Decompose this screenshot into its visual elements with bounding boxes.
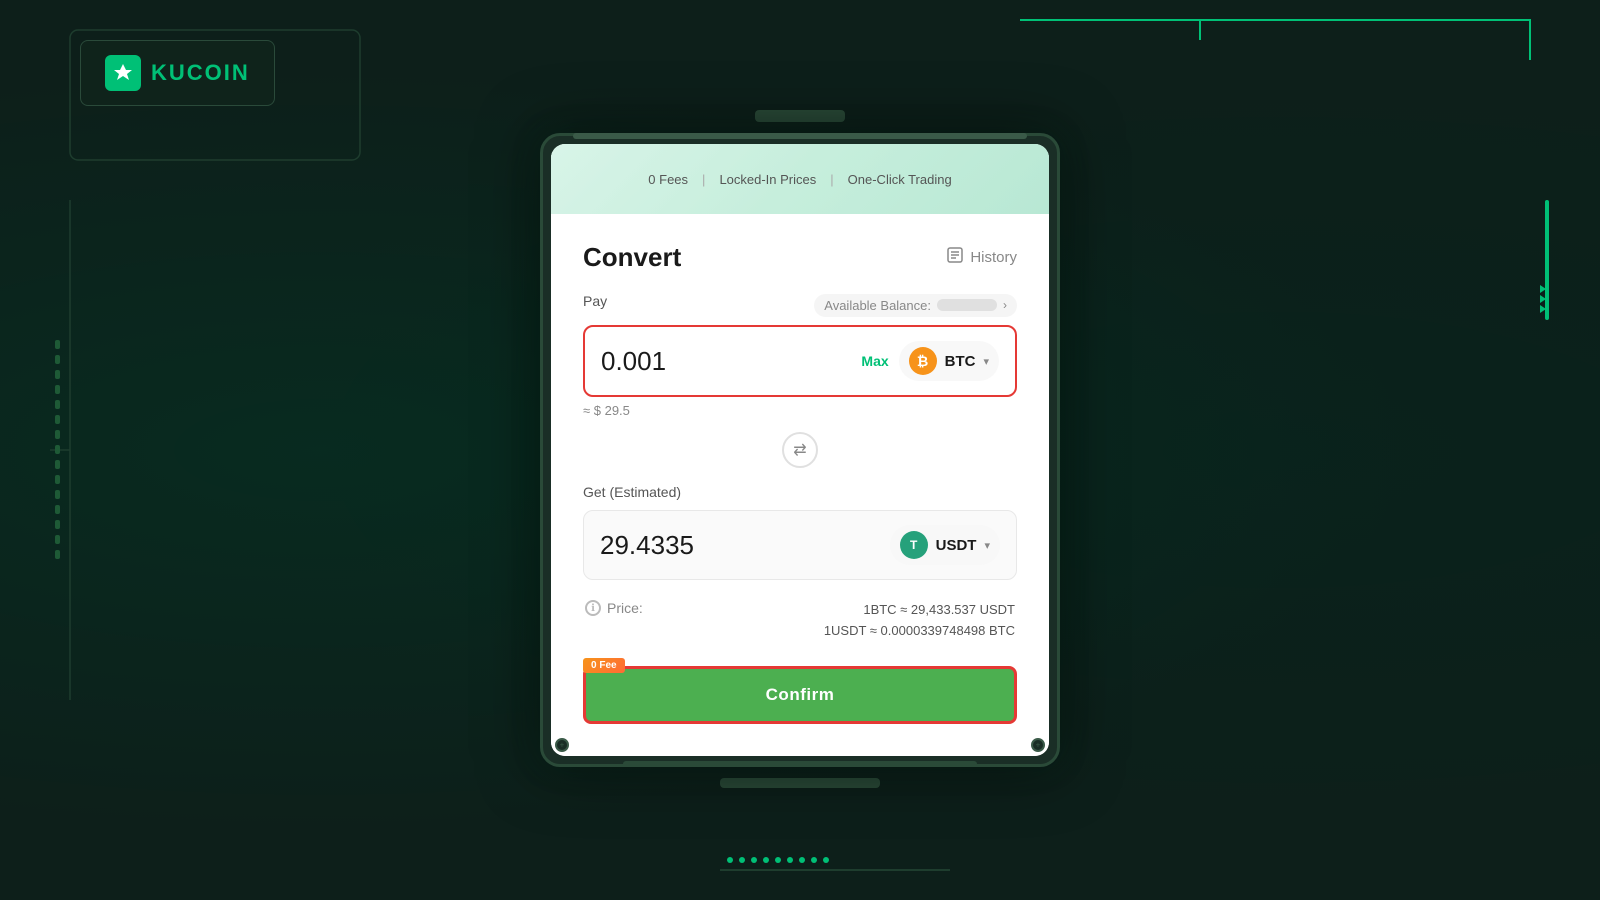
pay-section: Pay Available Balance: › Max ₿ BTC — [583, 293, 1017, 418]
available-balance-value — [937, 299, 997, 311]
chevron-right-icon: › — [1003, 298, 1007, 312]
pay-currency-dropdown-icon: ▾ — [983, 355, 989, 368]
pay-amount-input[interactable] — [601, 346, 801, 377]
kucoin-logo-text: KUCOIN — [151, 60, 250, 86]
banner-sep-1: | — [702, 172, 705, 187]
usd-equivalent: ≈ $ 29.5 — [583, 403, 1017, 418]
swap-icon: ⇄ — [793, 440, 806, 460]
history-button[interactable]: History — [946, 246, 1017, 269]
history-label: History — [970, 249, 1017, 266]
history-icon — [946, 246, 964, 269]
widget-banner: 0 Fees | Locked-In Prices | One-Click Tr… — [551, 144, 1049, 214]
convert-header: Convert History — [583, 242, 1017, 273]
btc-currency-selector[interactable]: ₿ BTC ▾ — [899, 341, 999, 381]
get-currency-dropdown-icon: ▾ — [984, 539, 990, 552]
banner-text: 0 Fees | Locked-In Prices | One-Click Tr… — [648, 172, 951, 187]
get-section: Get (Estimated) 29.4335 T USDT ▾ — [583, 484, 1017, 580]
kucoin-logo-icon — [105, 55, 141, 91]
widget-inner: 0 Fees | Locked-In Prices | One-Click Tr… — [551, 144, 1049, 756]
get-label: Get (Estimated) — [583, 484, 1017, 500]
convert-panel: Convert History Pay — [551, 214, 1049, 756]
price-row: ℹ Price: 1BTC ≈ 29,433.537 USDT 1USDT ≈ … — [583, 600, 1017, 642]
pay-label: Pay — [583, 293, 607, 309]
price-label-text: Price: — [607, 600, 643, 616]
pay-controls: Max ₿ BTC ▾ — [861, 341, 999, 381]
get-amount: 29.4335 — [600, 530, 694, 561]
swap-button[interactable]: ⇄ — [782, 432, 818, 468]
confirm-btn-wrapper: 0 Fee Confirm — [583, 666, 1017, 724]
banner-item-fees: 0 Fees — [648, 172, 688, 187]
available-balance-label: Available Balance: — [824, 298, 931, 313]
available-balance[interactable]: Available Balance: › — [814, 294, 1017, 317]
screw-br — [1031, 738, 1045, 752]
screw-bl — [555, 738, 569, 752]
fee-badge: 0 Fee — [583, 658, 625, 673]
price-label: ℹ Price: — [585, 600, 643, 616]
get-currency-name: USDT — [936, 537, 977, 554]
convert-title: Convert — [583, 242, 681, 273]
widget-frame: 0 Fees | Locked-In Prices | One-Click Tr… — [540, 133, 1060, 767]
kucoin-logo: KUCOIN — [80, 40, 275, 106]
banner-sep-2: | — [830, 172, 833, 187]
swap-btn-row: ⇄ — [583, 432, 1017, 468]
price-line-2: 1USDT ≈ 0.0000339748498 BTC — [824, 621, 1015, 642]
confirm-button[interactable]: Confirm — [583, 666, 1017, 724]
pay-currency-name: BTC — [945, 353, 976, 370]
get-input-box: 29.4335 T USDT ▾ — [583, 510, 1017, 580]
price-values: 1BTC ≈ 29,433.537 USDT 1USDT ≈ 0.0000339… — [824, 600, 1015, 642]
banner-item-trading: One-Click Trading — [848, 172, 952, 187]
btc-icon: ₿ — [909, 347, 937, 375]
usdt-icon: T — [900, 531, 928, 559]
pay-input-box: Max ₿ BTC ▾ — [583, 325, 1017, 397]
price-info-icon: ℹ — [585, 600, 601, 616]
max-button[interactable]: Max — [861, 353, 888, 369]
usdt-currency-selector[interactable]: T USDT ▾ — [890, 525, 1000, 565]
price-line-1: 1BTC ≈ 29,433.537 USDT — [824, 600, 1015, 621]
banner-item-prices: Locked-In Prices — [719, 172, 816, 187]
